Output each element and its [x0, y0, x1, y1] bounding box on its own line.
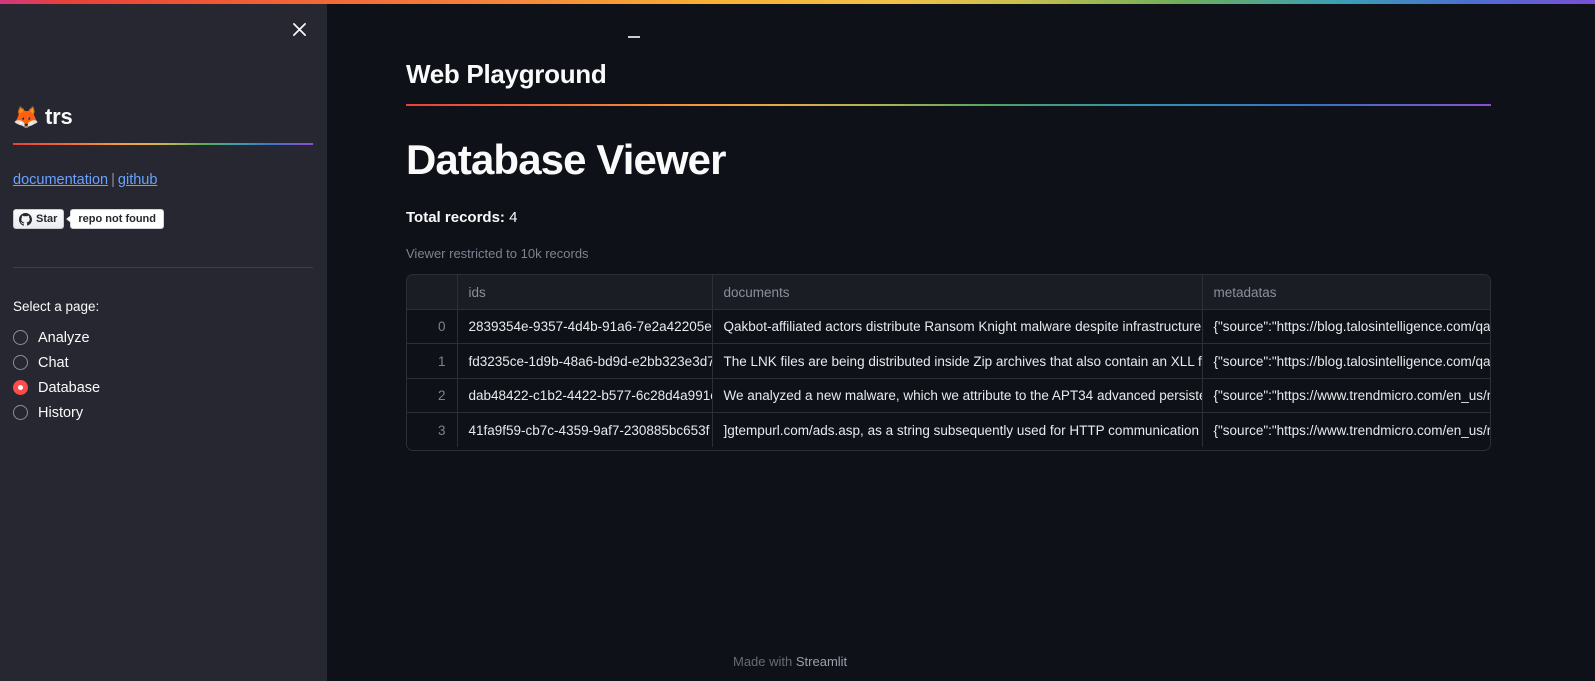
- links-separator: |: [108, 172, 118, 188]
- table-header-row: ids documents metadatas: [407, 275, 1491, 309]
- github-star-label: Star: [36, 213, 57, 225]
- dataframe-table: ids documents metadatas 0 2839354e-9357-…: [407, 275, 1491, 447]
- sidebar-app-title: 🦊 trs: [13, 104, 312, 130]
- github-star-badge: Star repo not found: [13, 209, 312, 229]
- table-head: ids documents metadatas: [407, 275, 1491, 309]
- table-row[interactable]: 1 fd3235ce-1d9b-48a6-bd9d-e2bb323e3d74 T…: [407, 344, 1491, 379]
- cell-documents[interactable]: Qakbot-affiliated actors distribute Rans…: [712, 309, 1202, 344]
- documentation-link[interactable]: documentation: [13, 172, 108, 188]
- page-title: Database Viewer: [406, 136, 1491, 184]
- streamlit-brand-link[interactable]: Streamlit: [796, 654, 847, 669]
- github-star-button[interactable]: Star: [13, 209, 64, 229]
- sidebar-divider: [13, 267, 313, 268]
- app-root: 🦊 trs documentation|github Star repo not…: [0, 0, 1595, 681]
- row-index: 0: [407, 309, 457, 344]
- column-header-metadatas[interactable]: metadatas: [1202, 275, 1491, 309]
- radio-icon-selected: [13, 380, 28, 395]
- cell-documents[interactable]: ]gtempurl.com/ads.asp, as a string subse…: [712, 413, 1202, 448]
- collapsed-element-dash: [628, 36, 640, 38]
- total-records: Total records: 4: [406, 209, 1491, 226]
- cell-ids[interactable]: fd3235ce-1d9b-48a6-bd9d-e2bb323e3d74: [457, 344, 712, 379]
- viewer-restriction-note: Viewer restricted to 10k records: [406, 246, 1491, 261]
- top-header-bar: Deploy: [654, 0, 1595, 52]
- cell-documents[interactable]: The LNK files are being distributed insi…: [712, 344, 1202, 379]
- cell-metadatas[interactable]: {"source":"https://blog.talosintelligenc…: [1202, 309, 1491, 344]
- main-content: Web Playground Database Viewer Total rec…: [327, 0, 1595, 681]
- total-records-label: Total records:: [406, 209, 505, 226]
- github-link[interactable]: github: [118, 172, 158, 188]
- github-star-count[interactable]: repo not found: [70, 209, 164, 229]
- cell-metadatas[interactable]: {"source":"https://www.trendmicro.com/en…: [1202, 413, 1491, 448]
- sidebar-item-label: Chat: [38, 355, 69, 371]
- radio-icon: [13, 330, 28, 345]
- column-header-documents[interactable]: documents: [712, 275, 1202, 309]
- sidebar-item-database[interactable]: Database: [13, 375, 312, 400]
- sidebar-item-label: Database: [38, 380, 100, 396]
- fox-icon: 🦊: [13, 107, 39, 128]
- column-header-ids[interactable]: ids: [457, 275, 712, 309]
- radio-icon: [13, 355, 28, 370]
- row-index: 2: [407, 378, 457, 413]
- sidebar-links: documentation|github: [13, 172, 312, 188]
- github-icon: [19, 213, 32, 226]
- table-row[interactable]: 3 41fa9f59-cb7c-4359-9af7-230885bc653f ]…: [407, 413, 1491, 448]
- section-title: Web Playground: [406, 59, 1491, 90]
- table-row[interactable]: 0 2839354e-9357-4d4b-91a6-7e2a42205ee9 Q…: [407, 309, 1491, 344]
- select-page-label: Select a page:: [13, 299, 312, 314]
- page-radio-group: Analyze Chat Database History: [13, 325, 312, 425]
- sidebar-item-analyze[interactable]: Analyze: [13, 325, 312, 350]
- sidebar-close-button[interactable]: [284, 14, 314, 44]
- close-icon: [292, 22, 307, 37]
- sidebar-title-divider: [13, 143, 313, 145]
- cell-metadatas[interactable]: {"source":"https://www.trendmicro.com/en…: [1202, 378, 1491, 413]
- sidebar-item-label: History: [38, 405, 83, 421]
- cell-ids[interactable]: 2839354e-9357-4d4b-91a6-7e2a42205ee9: [457, 309, 712, 344]
- sidebar-item-chat[interactable]: Chat: [13, 350, 312, 375]
- sidebar: 🦊 trs documentation|github Star repo not…: [0, 0, 327, 681]
- sidebar-item-history[interactable]: History: [13, 400, 312, 425]
- cell-ids[interactable]: 41fa9f59-cb7c-4359-9af7-230885bc653f: [457, 413, 712, 448]
- table-row[interactable]: 2 dab48422-c1b2-4422-b577-6c28d4a991e3 W…: [407, 378, 1491, 413]
- row-index: 3: [407, 413, 457, 448]
- row-index: 1: [407, 344, 457, 379]
- cell-ids[interactable]: dab48422-c1b2-4422-b577-6c28d4a991e3: [457, 378, 712, 413]
- footer: Made with Streamlit: [733, 654, 847, 669]
- column-header-index[interactable]: [407, 275, 457, 309]
- dataframe-container[interactable]: ids documents metadatas 0 2839354e-9357-…: [406, 274, 1491, 451]
- section-title-divider: [406, 104, 1491, 106]
- total-records-value: 4: [509, 209, 517, 226]
- cell-metadatas[interactable]: {"source":"https://blog.talosintelligenc…: [1202, 344, 1491, 379]
- cell-documents[interactable]: We analyzed a new malware, which we attr…: [712, 378, 1202, 413]
- sidebar-item-label: Analyze: [38, 330, 90, 346]
- radio-icon: [13, 405, 28, 420]
- footer-made-with: Made with: [733, 654, 796, 669]
- sidebar-app-title-text: trs: [45, 104, 73, 130]
- table-body: 0 2839354e-9357-4d4b-91a6-7e2a42205ee9 Q…: [407, 309, 1491, 447]
- top-accent-bar: [0, 0, 1595, 4]
